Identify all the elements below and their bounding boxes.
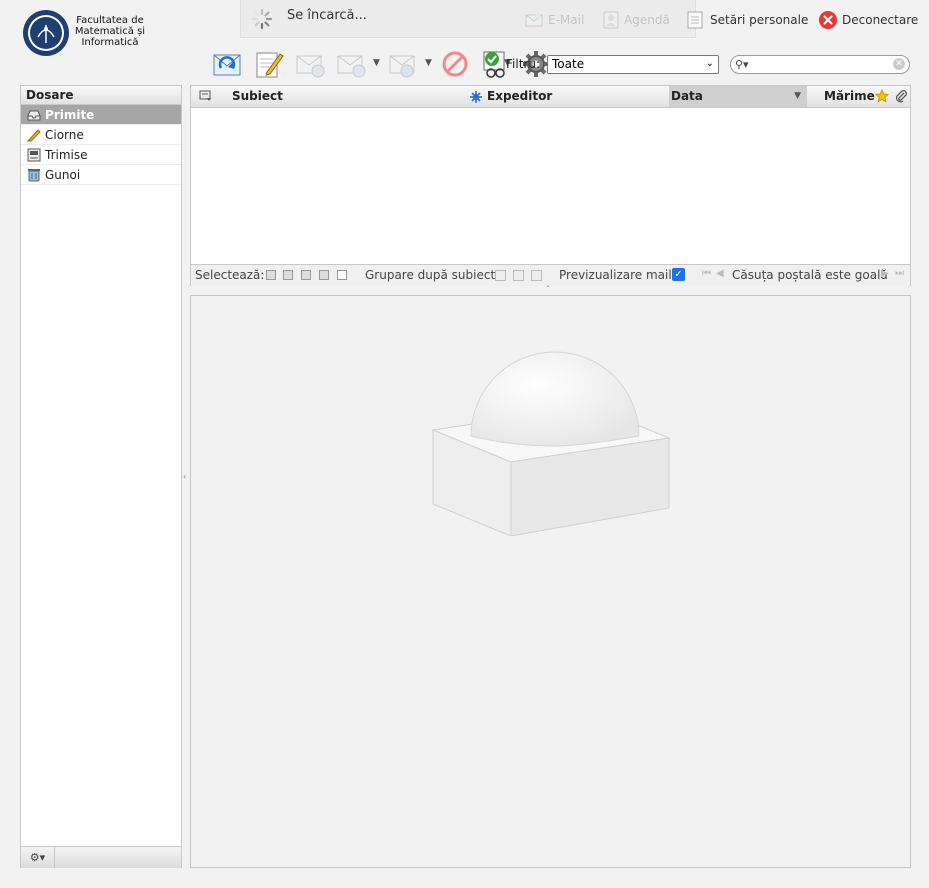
folder-actions-gear-icon[interactable]: ⚙▾ (21, 847, 55, 868)
forward-dropdown-icon[interactable]: ▼ (425, 58, 432, 68)
horizontal-splitter-handle[interactable]: ˆ (546, 285, 550, 294)
threads-collapse-icon[interactable] (531, 270, 542, 281)
search-icon[interactable]: ⚲▾ (735, 58, 749, 71)
select-none-icon[interactable] (337, 270, 347, 280)
folder-pane: Dosare Primite Ciorne Trimise Gunoi ⚙▾ (20, 85, 182, 868)
preview-checkbox[interactable]: ✓ (672, 268, 685, 281)
folder-label: Gunoi (45, 167, 81, 182)
threads-label: Grupare după subiect: (365, 268, 500, 282)
delete-icon (442, 51, 468, 77)
watermark-logo-icon (431, 351, 671, 536)
clear-search-icon[interactable]: ✕ (893, 58, 905, 70)
last-page-icon[interactable]: ⏭ (895, 268, 904, 279)
sort-descending-icon: ▼ (794, 91, 801, 101)
faculty-name-line-3: Informatică (81, 37, 139, 48)
email-icon (525, 13, 543, 27)
status-star-icon (470, 91, 482, 103)
message-list: Subiect Expeditor Data ▼ Mărime Selectea… (190, 85, 911, 286)
select-unread-icon[interactable] (301, 270, 311, 280)
reply-all-dropdown-icon[interactable]: ▼ (373, 58, 380, 68)
reply-all-icon (337, 55, 366, 78)
nav-email-label: E-Mail (548, 13, 585, 27)
threads-expand-icon[interactable] (495, 270, 506, 281)
previous-page-icon[interactable]: ◀ (716, 268, 724, 279)
threads-expand-unread-icon[interactable] (513, 270, 524, 281)
compose-icon (256, 52, 284, 78)
spinner-icon (251, 8, 273, 30)
first-page-icon[interactable]: ⏮ (702, 268, 711, 279)
nav-agenda[interactable]: Agendă (602, 10, 670, 30)
inbox-icon (27, 110, 41, 120)
flag-star-icon (875, 89, 889, 103)
reply-button[interactable] (294, 48, 326, 80)
folder-label: Ciorne (45, 127, 84, 142)
message-list-footer: Selectează: Grupare după subiect: Previz… (191, 264, 910, 286)
forward-button[interactable] (387, 48, 419, 80)
trash-icon (28, 168, 40, 181)
mailbox-status: Căsuța poștală este goală (732, 268, 888, 282)
column-size[interactable]: Mărime (824, 86, 875, 107)
forward-icon (389, 55, 415, 78)
list-options-icon[interactable] (199, 90, 212, 102)
nav-logout-label: Deconectare (842, 13, 919, 27)
preview-label: Previzualizare mail: (559, 268, 676, 282)
folder-item-gunoi[interactable]: Gunoi (21, 165, 181, 185)
filter-value: Toate (552, 57, 585, 71)
faculty-name-line-1: Facultatea de (76, 15, 144, 26)
attachment-icon (895, 90, 907, 103)
nav-email[interactable]: E-Mail (524, 10, 584, 30)
folder-item-trimise[interactable]: Trimise (21, 145, 181, 165)
nav-settings-label: Setări personale (710, 13, 809, 27)
select-page-icon[interactable] (283, 270, 293, 280)
nav-settings[interactable]: Setări personale (686, 10, 808, 30)
logout-icon (819, 11, 837, 29)
folders-title: Dosare (21, 86, 181, 105)
refresh-mail-icon (213, 54, 241, 76)
folder-label: Primite (45, 107, 95, 122)
delete-button[interactable] (439, 48, 471, 80)
filter-label: Filtru: (506, 57, 540, 71)
vertical-splitter-handle[interactable]: ‹ (183, 472, 186, 481)
nav-agenda-label: Agendă (624, 13, 670, 27)
reply-icon (296, 55, 325, 78)
reply-all-button[interactable] (335, 48, 367, 80)
select-label: Selectează: (195, 268, 265, 282)
chevron-down-icon: ⌄ (705, 58, 714, 69)
address-book-icon (603, 11, 619, 29)
pencil-icon (27, 128, 41, 141)
settings-icon (687, 11, 703, 29)
select-invert-icon[interactable] (319, 270, 329, 280)
next-page-icon[interactable]: ▶ (881, 268, 889, 279)
nav-logout[interactable]: Deconectare (818, 10, 918, 30)
column-from[interactable]: Expeditor (487, 86, 552, 107)
folder-item-primite[interactable]: Primite (21, 105, 181, 125)
column-subject[interactable]: Subiect (232, 86, 283, 107)
column-date-label: Data (671, 89, 703, 103)
sent-icon (27, 148, 41, 161)
faculty-name: Facultatea de Matematică și Informatică (72, 15, 148, 48)
folder-label: Trimise (45, 147, 88, 162)
message-preview-pane (190, 295, 911, 868)
column-date[interactable]: Data ▼ (669, 86, 807, 107)
refresh-mail-button[interactable] (211, 48, 243, 80)
university-logo (22, 9, 70, 57)
faculty-name-line-2: Matematică și (74, 26, 146, 37)
compose-button[interactable] (253, 48, 285, 80)
message-list-header: Subiect Expeditor Data ▼ Mărime (191, 86, 910, 108)
loading-message: Se încarcă... (287, 8, 367, 23)
folder-actions-bar: ⚙▾ (21, 846, 181, 868)
filter-select[interactable]: Toate ⌄ (547, 55, 719, 74)
select-all-icon[interactable] (266, 270, 276, 280)
search-input[interactable]: ⚲▾ ✕ (730, 55, 910, 74)
folder-item-ciorne[interactable]: Ciorne (21, 125, 181, 145)
